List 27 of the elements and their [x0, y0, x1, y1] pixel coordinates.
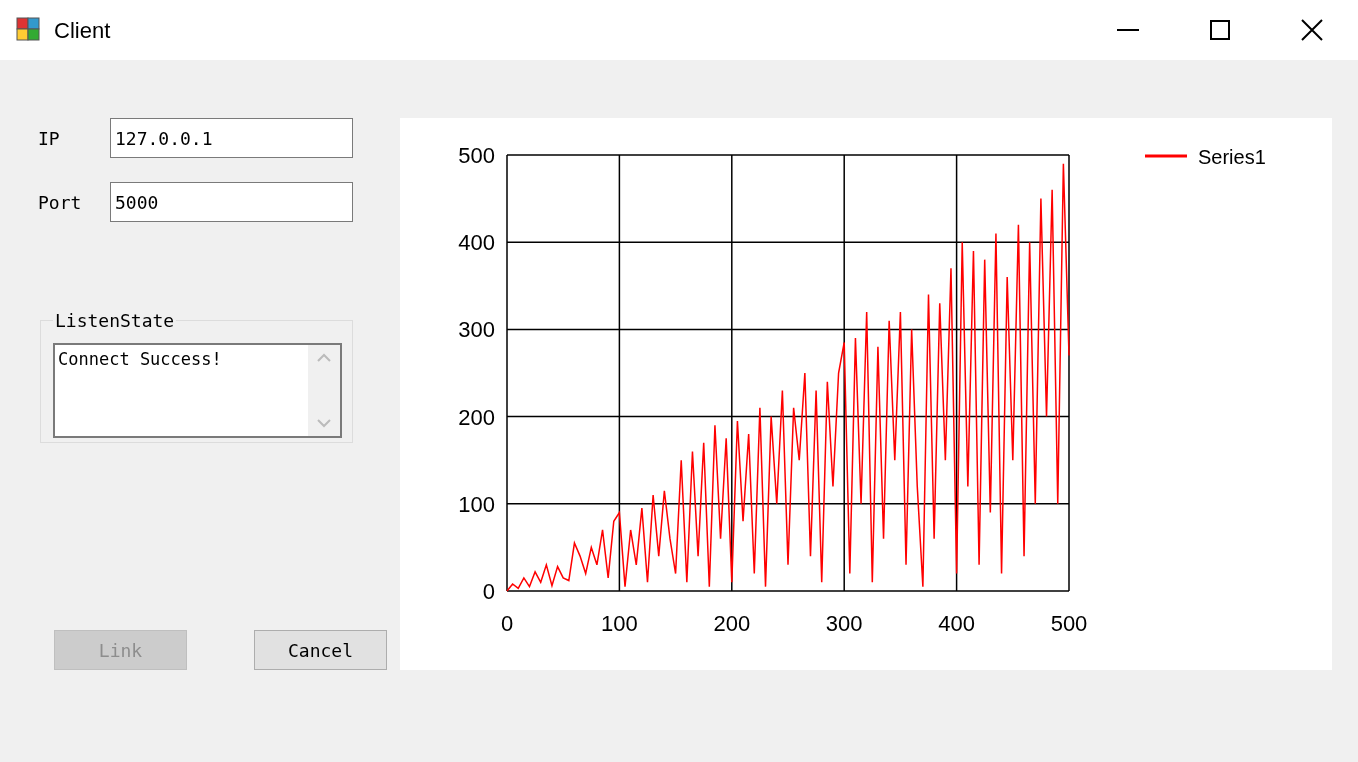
log-box[interactable]: Connect Success! [53, 343, 342, 438]
legend-swatch [1145, 154, 1187, 158]
app-icon [16, 17, 42, 43]
text-field[interactable]: 127.0.0.1 [110, 118, 353, 158]
minimize-icon[interactable] [1117, 29, 1139, 31]
x-tick-label: 500 [1050, 611, 1088, 636]
y-tick-label: 200 [458, 404, 495, 430]
x-tick-label: 400 [938, 611, 975, 636]
log-text: Connect Success! [57, 348, 223, 371]
window-title: Client [54, 16, 111, 45]
y-tick-label: 400 [458, 230, 495, 256]
x-tick-label: 100 [601, 611, 638, 636]
maximize-icon[interactable] [1210, 20, 1230, 40]
y-tick-label: 100 [458, 491, 495, 517]
scrollbar[interactable] [308, 345, 340, 436]
close-icon[interactable] [1301, 19, 1323, 41]
y-tick-label: 0 [482, 579, 495, 604]
y-tick-label: 300 [458, 317, 495, 343]
dialog-button[interactable]: Cancel [254, 630, 387, 670]
x-tick-label: 0 [500, 611, 514, 636]
field-label: IP [38, 126, 61, 151]
field-label: Port [38, 190, 83, 215]
legend-label: Series1 [1198, 146, 1266, 168]
y-tick-label: 500 [458, 143, 495, 168]
x-tick-label: 200 [713, 611, 751, 636]
x-tick-label: 300 [825, 611, 863, 636]
text-field[interactable]: 5000 [110, 182, 353, 222]
